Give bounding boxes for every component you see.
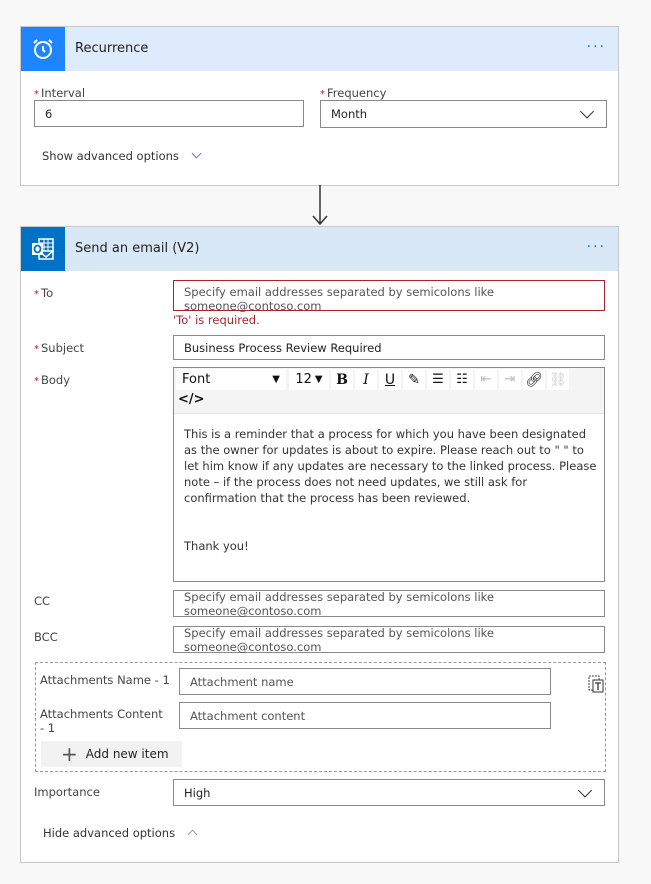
- add-new-item-label: Add new item: [85, 747, 169, 761]
- alarm-clock-icon: [21, 27, 65, 71]
- send-email-card: Send an email (V2) ··· * To Specify email…: [20, 226, 619, 863]
- hide-advanced-options-link[interactable]: Hide advanced options: [43, 826, 198, 840]
- importance-select[interactable]: High: [173, 779, 605, 806]
- frequency-label: * Frequency: [320, 86, 387, 100]
- attachment-content-input[interactable]: Attachment content: [179, 702, 551, 729]
- body-content[interactable]: This is a reminder that a process for wh…: [184, 426, 599, 554]
- bcc-label: BCC: [34, 630, 58, 644]
- show-advanced-options-link[interactable]: Show advanced options: [42, 148, 201, 163]
- editor-toolbar: Font ▼ 12 ▼ B I U ✎ ☰ ☷ ⇤ ⇥ 🔗︎ ⛓︎ </>: [174, 368, 604, 414]
- send-email-header[interactable]: Send an email (V2) ···: [21, 227, 618, 271]
- body-paragraph: This is a reminder that a process for wh…: [184, 427, 597, 505]
- subject-label: * Subject: [34, 341, 84, 355]
- link-icon[interactable]: 🔗︎: [523, 369, 545, 390]
- italic-button[interactable]: I: [355, 369, 377, 390]
- delete-item-icon[interactable]: [588, 675, 604, 693]
- chevron-down-icon: [579, 104, 595, 119]
- importance-value: High: [184, 785, 211, 800]
- body-editor[interactable]: Font ▼ 12 ▼ B I U ✎ ☰ ☷ ⇤ ⇥ 🔗︎ ⛓︎ </> This…: [173, 367, 605, 582]
- underline-button[interactable]: U: [379, 369, 401, 390]
- unlink-icon[interactable]: ⛓︎: [547, 369, 569, 390]
- bcc-input[interactable]: Specify email addresses separated by sem…: [173, 626, 605, 654]
- font-size-select[interactable]: 12 ▼: [289, 369, 329, 390]
- cc-label: CC: [34, 594, 51, 608]
- increase-indent-icon[interactable]: ⇥: [499, 369, 521, 390]
- recurrence-card: Recurrence ··· * Interval 6 * Frequency Mo…: [20, 26, 619, 186]
- bold-button[interactable]: B: [331, 369, 353, 390]
- recurrence-title: Recurrence: [75, 41, 149, 56]
- more-options-button[interactable]: ···: [587, 39, 606, 55]
- to-label: * To: [34, 286, 54, 300]
- code-view-button[interactable]: </>: [178, 392, 205, 407]
- to-input[interactable]: Specify email addresses separated by sem…: [173, 280, 605, 313]
- attachment-name-input[interactable]: Attachment name: [179, 668, 551, 695]
- cc-input[interactable]: Specify email addresses separated by sem…: [173, 590, 605, 618]
- numbered-list-icon[interactable]: ☷: [451, 369, 473, 390]
- importance-label: Importance: [34, 785, 100, 799]
- interval-input[interactable]: 6: [34, 100, 304, 127]
- attachment-name-label: Attachments Name - 1: [40, 673, 170, 687]
- more-options-button[interactable]: ···: [587, 239, 606, 255]
- plus-icon: +: [61, 742, 78, 766]
- frequency-value: Month: [331, 107, 368, 121]
- outlook-icon: [21, 227, 65, 271]
- color-picker-icon[interactable]: ✎: [403, 369, 425, 390]
- add-new-item-button[interactable]: + Add new item: [41, 741, 182, 767]
- chevron-down-icon: [577, 782, 593, 798]
- to-error-message: 'To' is required.: [173, 313, 260, 327]
- chevron-down-icon: [191, 148, 201, 159]
- attachment-content-label: Attachments Content - 1: [40, 707, 163, 735]
- font-select[interactable]: Font ▼: [176, 369, 286, 390]
- connector-arrow-icon: [312, 185, 328, 226]
- attachments-group: Attachments Name - 1 Attachment name Att…: [35, 662, 606, 772]
- decrease-indent-icon[interactable]: ⇤: [475, 369, 497, 390]
- subject-input[interactable]: Business Process Review Required: [173, 335, 605, 360]
- body-label: * Body: [34, 373, 71, 387]
- bullet-list-icon[interactable]: ☰: [427, 369, 449, 390]
- body-closing: Thank you!: [184, 539, 249, 553]
- recurrence-header[interactable]: Recurrence ···: [21, 27, 618, 71]
- interval-label: * Interval: [34, 86, 86, 100]
- frequency-select[interactable]: Month: [320, 100, 607, 128]
- send-email-title: Send an email (V2): [75, 241, 200, 256]
- chevron-up-icon: [187, 829, 198, 840]
